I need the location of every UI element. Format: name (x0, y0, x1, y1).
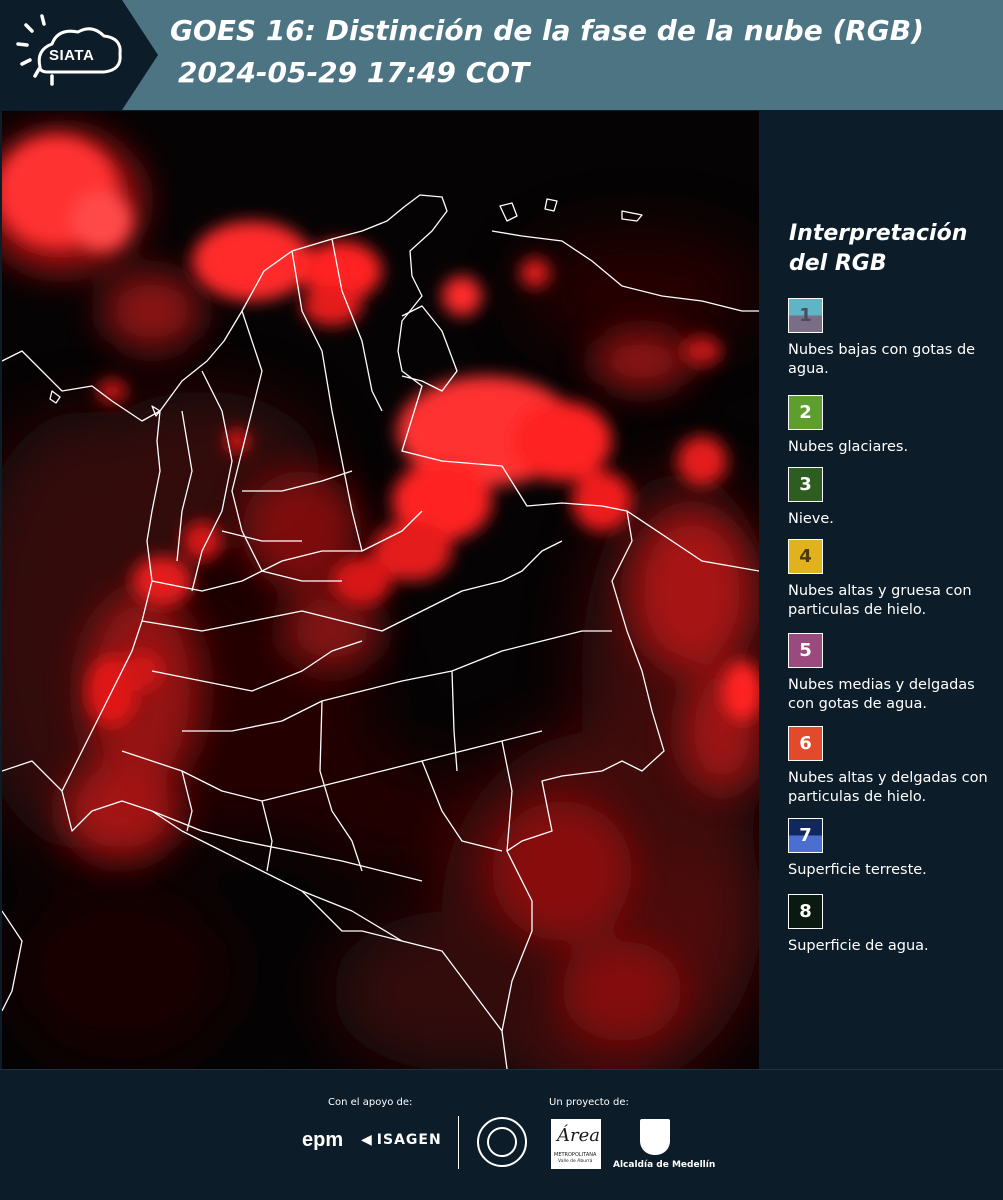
legend-title-line1: Interpretación (789, 221, 968, 246)
legend-item-3: 3 Nieve. (788, 467, 1003, 529)
legend-swatch-6: 6 (788, 726, 823, 761)
isagen-logo: ◀ ISAGEN (361, 1132, 442, 1148)
legend-swatch-3: 3 (788, 467, 823, 502)
legend-label-2: Nubes glaciares. (788, 439, 909, 455)
legend-number-3: 3 (799, 474, 812, 495)
area-metropolitana-logo: Área METROPOLITANA Valle de Aburrá (551, 1119, 601, 1169)
legend-label-6: Nubes altas y delgadas con particulas de… (788, 770, 988, 805)
legend-number-8: 8 (799, 901, 812, 922)
legend-swatch-2: 2 (788, 395, 823, 430)
medellin-label: Alcaldía de Medellín (613, 1160, 716, 1170)
legend-item-6: 6 Nubes altas y delgadas con particulas … (788, 726, 1003, 807)
legend-swatch-7: 7 (788, 818, 823, 853)
header-bar: SIATA GOES 16: Distinción de la fase de … (0, 0, 1003, 110)
legend-label-7: Superficie terreste. (788, 862, 927, 878)
legend-item-2: 2 Nubes glaciares. (788, 395, 1003, 457)
legend-swatch-4: 4 (788, 539, 823, 574)
page-title: GOES 16: Distinción de la fase de la nub… (170, 14, 924, 47)
isagen-mark-icon: ◀ (361, 1132, 373, 1148)
support-label: Con el apoyo de: (328, 1097, 413, 1108)
legend-swatch-8: 8 (788, 894, 823, 929)
seal-inner-ring (487, 1127, 517, 1157)
legend-number-5: 5 (799, 640, 812, 661)
footer-bar: Con el apoyo de: Un proyecto de: epm ◀ IS… (0, 1069, 1003, 1200)
footer-vertical-divider (458, 1116, 459, 1169)
siata-logo: SIATA (0, 0, 160, 110)
legend-number-2: 2 (799, 402, 812, 423)
satellite-map (2, 111, 759, 1069)
legend-title: Interpretación del RGB (789, 219, 967, 279)
medellin-shield-icon (640, 1119, 670, 1155)
legend-item-4: 4 Nubes altas y gruesa con particulas de… (788, 539, 1003, 620)
area-logo-sub1: METROPOLITANA (554, 1152, 597, 1158)
legend-label-3: Nieve. (788, 511, 834, 527)
legend-label-1: Nubes bajas con gotas de agua. (788, 342, 976, 377)
legend-swatch-5: 5 (788, 633, 823, 668)
legend-panel: Interpretación del RGB 1 Nubes bajas con… (760, 111, 1003, 1069)
footer-divider-line (0, 1069, 1003, 1070)
legend-item-8: 8 Superficie de agua. (788, 894, 1003, 956)
legend-item-1: 1 Nubes bajas con gotas de agua. (788, 298, 1003, 379)
legend-number-6: 6 (799, 733, 812, 754)
epm-logo: epm (302, 1129, 344, 1151)
legend-label-4: Nubes altas y gruesa con particulas de h… (788, 583, 972, 618)
page-timestamp: 2024-05-29 17:49 COT (178, 56, 530, 89)
project-label: Un proyecto de: (549, 1097, 629, 1108)
legend-swatch-1: 1 (788, 298, 823, 333)
legend-title-line2: del RGB (789, 251, 887, 276)
legend-number-4: 4 (799, 546, 812, 567)
government-seal-icon (477, 1117, 527, 1167)
area-logo-main: Área (557, 1125, 600, 1146)
siata-logo-text: SIATA (49, 47, 95, 64)
legend-number-1: 1 (799, 305, 812, 326)
satellite-image (2, 111, 759, 1069)
isagen-logo-text: ISAGEN (376, 1132, 442, 1148)
legend-label-5: Nubes medias y delgadas con gotas de agu… (788, 677, 975, 712)
legend-number-7: 7 (799, 825, 812, 846)
area-logo-sub2: Valle de Aburrá (558, 1159, 593, 1164)
legend-item-7: 7 Superficie terreste. (788, 818, 1003, 880)
legend-item-5: 5 Nubes medias y delgadas con gotas de a… (788, 633, 1003, 714)
legend-label-8: Superficie de agua. (788, 938, 929, 954)
